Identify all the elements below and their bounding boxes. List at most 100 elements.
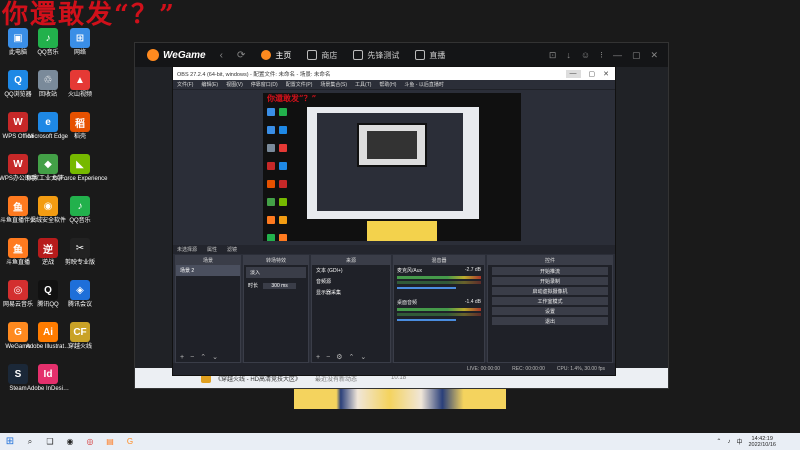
menu-item[interactable]: 场景集合(S) <box>320 81 347 88</box>
netease-taskbar-icon[interactable]: ◎ <box>80 437 100 446</box>
desktop-icon[interactable]: Q 腾讯QQ <box>32 280 64 309</box>
preview-mini-icon <box>267 180 275 188</box>
menu-item[interactable]: 视图(V) <box>226 81 243 88</box>
source-item[interactable]: 显示器采集 <box>312 287 390 298</box>
start-recording-button[interactable]: 开始录制 <box>492 277 608 285</box>
desktop-icon[interactable]: Q QQ浏览器 <box>2 70 34 99</box>
close-icon[interactable]: ✕ <box>603 70 609 78</box>
screenshot-icon[interactable]: ⊡ <box>549 50 557 61</box>
tab-live[interactable]: 直播 <box>415 50 445 61</box>
menu-item[interactable]: 文件(F) <box>177 81 193 88</box>
down-icon[interactable]: ⌄ <box>360 353 366 361</box>
up-icon[interactable]: ⌃ <box>348 353 354 361</box>
avatar[interactable]: ☺ <box>581 50 590 61</box>
desktop-icon[interactable]: ♪ QQ音乐 <box>64 196 96 225</box>
menu-item[interactable]: 斗鱼 - 以后直播时 <box>404 81 443 88</box>
desktop-icon[interactable]: Ai Adobe Illustrat… <box>26 322 70 351</box>
remove-icon[interactable]: − <box>326 354 330 361</box>
obs-taskbar-icon[interactable]: ◉ <box>60 437 80 446</box>
maximize-icon[interactable]: ▢ <box>632 50 641 61</box>
source-item[interactable]: 文本 (GDI+) <box>312 265 390 276</box>
up-icon[interactable]: ⌃ <box>200 353 206 361</box>
desktop-icon[interactable]: 鱼斗鱼直播 <box>2 238 34 267</box>
app-icon: 鱼 <box>8 238 28 258</box>
task-view-icon[interactable]: ❑ <box>40 437 60 446</box>
source-item[interactable]: 音频源 <box>312 276 390 287</box>
desktop-icon-label: Steam <box>9 386 27 392</box>
desktop-icon[interactable]: ◣ GeForce Experience <box>52 154 108 183</box>
desktop-icon[interactable]: 稻稻壳 <box>64 112 96 141</box>
desktop-icon[interactable]: 逆逆战 <box>32 238 64 267</box>
tab-beta[interactable]: 先锋测试 <box>353 50 399 61</box>
desktop-icon[interactable]: ◈ 腾讯会议 <box>64 280 96 309</box>
desktop-icon[interactable]: e Microsoft Edge <box>28 112 68 141</box>
refresh-icon[interactable]: ⟳ <box>237 50 245 61</box>
download-icon[interactable]: ↓ <box>566 50 571 61</box>
exit-button[interactable]: 退出 <box>492 317 608 325</box>
filters-button[interactable]: 滤镜 <box>227 246 237 253</box>
mixer-dock: 混音器 麦克风/Aux -2.7 dB 桌面音频 -1.4 dB <box>393 255 485 363</box>
search-icon[interactable]: ⌕ <box>20 437 40 447</box>
tab-store[interactable]: 商店 <box>307 50 337 61</box>
menu-item[interactable]: 编辑(E) <box>201 81 218 88</box>
preview-mini-icon <box>279 180 287 188</box>
back-icon[interactable]: ‹ <box>220 50 223 61</box>
desktop-screen: ▣ 此电脑 ♪ QQ音乐 ⊞ 网络 Q QQ浏览器 ♲ 回收站 ▲ 火山视频 W WPS Office e M… <box>0 0 800 433</box>
start-button[interactable]: ⊞ <box>0 436 20 447</box>
add-icon[interactable]: + <box>180 354 184 361</box>
transition-select[interactable]: 淡入 <box>246 267 306 278</box>
volume-slider[interactable] <box>397 319 456 321</box>
desktop-icon[interactable]: ◎ 网易云音乐 <box>2 280 34 309</box>
preview-mini-icon <box>267 144 275 152</box>
desktop-icon[interactable]: ✂ 剪映专业版 <box>64 238 96 267</box>
scene-item[interactable]: 场景 2 <box>176 265 240 276</box>
douyu-taskbar-icon[interactable]: ▤ <box>100 437 120 446</box>
video-overlay-title: 你還敢发“？” <box>2 0 176 30</box>
desktop-icon[interactable]: Id Adobe InDesi… <box>27 364 69 393</box>
desktop-icon-grid: ▣ 此电脑 ♪ QQ音乐 ⊞ 网络 Q QQ浏览器 ♲ 回收站 ▲ 火山视频 W WPS Office e M… <box>0 20 108 430</box>
desktop-icon[interactable]: CF 穿越火线 <box>64 322 96 351</box>
menu-item[interactable]: 工具(T) <box>355 81 371 88</box>
minimize-icon[interactable]: — <box>613 50 622 61</box>
preview-mini-icon <box>279 144 287 152</box>
preview-mini-icon <box>267 198 275 206</box>
tab-home[interactable]: 主页 <box>261 50 291 61</box>
app-icon: ◉ <box>38 196 58 216</box>
menu-item[interactable]: 帮助(H) <box>379 81 396 88</box>
down-icon[interactable]: ⌄ <box>212 353 218 361</box>
menu-icon[interactable]: ⁝ <box>600 50 603 61</box>
minimize-icon[interactable]: — <box>565 69 581 78</box>
preview-canvas[interactable]: 你還敢发“？” <box>263 93 521 241</box>
app-icon: ◈ <box>70 280 90 300</box>
desktop-icon[interactable]: ▣ 此电脑 <box>2 28 34 57</box>
gear-icon[interactable]: ⚙ <box>336 353 342 361</box>
volume-slider[interactable] <box>397 287 456 289</box>
add-icon[interactable]: + <box>316 354 320 361</box>
desktop-icon[interactable]: ◉ 火绒安全软件 <box>30 196 66 225</box>
properties-button[interactable]: 属性 <box>207 246 217 253</box>
start-streaming-button[interactable]: 开始推流 <box>492 267 608 275</box>
level-meter <box>397 313 481 316</box>
wegame-taskbar-icon[interactable]: G <box>120 437 140 446</box>
clock[interactable]: 14:42:19 2022/10/16 <box>748 436 776 448</box>
volume-icon[interactable]: ♪ <box>727 439 730 445</box>
menu-item[interactable]: 停靠窗口(D) <box>251 81 278 88</box>
desktop-icon[interactable]: ♲ 回收站 <box>32 70 64 99</box>
desktop-icon[interactable]: ♪ QQ音乐 <box>32 28 64 57</box>
studio-mode-button[interactable]: 工作室模式 <box>492 297 608 305</box>
obs-menubar: 文件(F) 编辑(E) 视图(V) 停靠窗口(D) 配置文件(P) 场景集合(S) 工具(T… <box>173 80 615 90</box>
menu-item[interactable]: 配置文件(P) <box>286 81 313 88</box>
close-icon[interactable]: ✕ <box>650 50 658 61</box>
desktop-icon[interactable]: ⊞ 网络 <box>64 28 96 57</box>
app-icon: ◎ <box>8 280 28 300</box>
obs-docks: 场景 场景 2 + − ⌃ ⌄ 转场特效 淡入 时长 300 ms 来源 文本 … <box>173 255 615 363</box>
settings-button[interactable]: 设置 <box>492 307 608 315</box>
maximize-icon[interactable]: ▢ <box>589 70 596 78</box>
level-meter <box>397 281 481 284</box>
duration-input[interactable]: 300 ms <box>263 283 296 289</box>
ime-indicator[interactable]: 中 <box>736 437 742 446</box>
desktop-icon[interactable]: ▲ 火山视频 <box>64 70 96 99</box>
tray-expand-icon[interactable]: ⌃ <box>716 438 721 445</box>
virtual-camera-button[interactable]: 启动虚拟摄像机 <box>492 287 608 295</box>
remove-icon[interactable]: − <box>190 354 194 361</box>
